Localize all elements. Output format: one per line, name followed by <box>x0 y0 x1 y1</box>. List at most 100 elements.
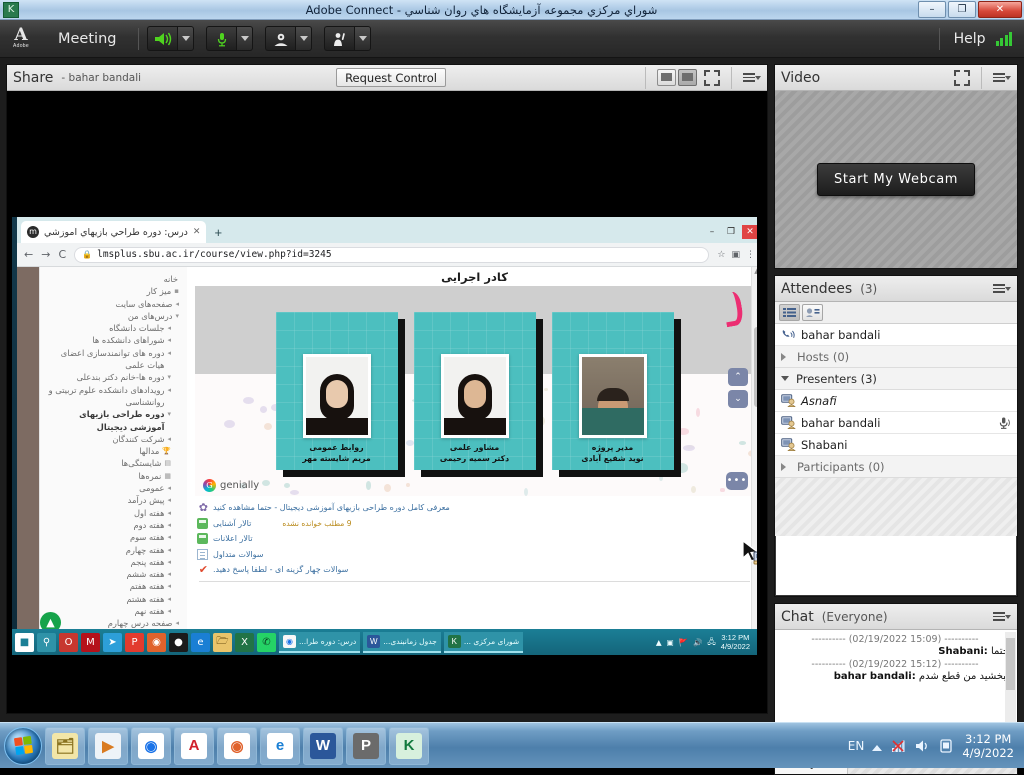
taskbar-button[interactable]: A <box>174 727 214 765</box>
attendees-pod-menu-button[interactable] <box>993 284 1011 294</box>
restore-button[interactable]: ❐ <box>948 1 976 18</box>
attendee-row-self[interactable]: bahar bandali <box>775 324 1017 346</box>
nav-item[interactable]: 🏆مدالها <box>44 445 181 457</box>
taskbar-button[interactable]: K <box>389 727 429 765</box>
speaker-dropdown[interactable] <box>177 26 194 51</box>
back-icon[interactable]: ← <box>24 248 33 261</box>
view-mode-actual-icon[interactable] <box>678 69 697 86</box>
brave-icon[interactable]: ● <box>169 633 188 652</box>
genially-nav-arrows[interactable]: ⌃ ⌄ <box>728 368 748 408</box>
attendee-group-header[interactable]: Presenters (3) <box>775 368 1017 390</box>
taskbar-button[interactable]: e <box>260 727 300 765</box>
staff-card[interactable]: روابط عمومیمریم شایسته مهر <box>276 312 398 470</box>
address-bar[interactable]: 🔒 lmsplus.sbu.ac.ir/course/view.php?id=3… <box>74 247 709 263</box>
attendee-row[interactable]: Asnafi <box>775 390 1017 412</box>
nav-item[interactable]: ▾دوره طراحی بازیهای آموزشی دیجیتال <box>44 408 181 433</box>
chevron-right-icon[interactable] <box>781 463 790 471</box>
pinterest-icon[interactable]: P <box>125 633 144 652</box>
tray-icon[interactable]: 🔊 <box>693 638 702 647</box>
microphone-button[interactable] <box>206 26 236 51</box>
taskbar-button[interactable]: ◉ <box>217 727 257 765</box>
tray-icon[interactable]: 🚩 <box>679 638 688 647</box>
nav-item[interactable]: ◂شوراهای دانشکده ها <box>44 334 181 346</box>
start-button[interactable]: ■ <box>15 633 34 652</box>
nav-item[interactable]: ◂هفته پنجم <box>44 556 181 568</box>
share-stage[interactable]: m درس: دوره طراحي بازيهاي آموزشي ✕ + – ❐… <box>7 91 767 713</box>
chat-scrollbar[interactable] <box>1005 632 1016 724</box>
nav-item[interactable]: ◂هفته سوم <box>44 531 181 543</box>
close-button[interactable]: ✕ <box>978 1 1022 18</box>
nav-item[interactable]: ◂شرکت کنندگان <box>44 433 181 445</box>
nav-item[interactable]: ◂هفته ششم <box>44 568 181 580</box>
chevron-down-icon[interactable] <box>781 376 789 385</box>
nav-item[interactable]: ◂هفته دوم <box>44 519 181 531</box>
search-icon[interactable]: ⚲ <box>37 633 56 652</box>
microphone-dropdown[interactable] <box>236 26 253 51</box>
fullscreen-icon[interactable] <box>704 70 720 86</box>
webcam-control[interactable] <box>265 26 312 51</box>
chrome-menu-icon[interactable]: ⋮ <box>746 250 755 260</box>
taskbar-clock[interactable]: 3:12 PM 4/9/2022 <box>962 732 1014 760</box>
help-button[interactable]: Help <box>954 31 986 47</box>
activity-row[interactable]: تالار اعلانات <box>197 533 748 544</box>
chat-pod-menu-button[interactable] <box>993 612 1011 622</box>
nav-item[interactable]: ◂هفته اول <box>44 507 181 519</box>
attendee-group-header[interactable]: Hosts (0) <box>775 346 1017 368</box>
forward-icon[interactable]: → <box>41 248 50 261</box>
taskbar-button[interactable]: ◉ <box>131 727 171 765</box>
activity-label[interactable]: تالار اعلانات <box>213 534 253 543</box>
whatsapp-icon[interactable]: ✆ <box>257 633 276 652</box>
nav-item[interactable]: ◂دوره های توانمندسازی اعضای هیات علمی <box>44 347 181 372</box>
request-control-button[interactable]: Request Control <box>336 68 446 87</box>
activity-label[interactable]: تالار آشنایی <box>213 519 251 528</box>
taskbar-button[interactable]: ▶ <box>88 727 128 765</box>
chrome-close-button[interactable]: ✕ <box>742 225 757 239</box>
new-tab-button[interactable]: + <box>214 225 222 240</box>
staff-card[interactable]: مشاور علمیدکتر سمیه رحیمی <box>414 312 536 470</box>
start-button[interactable] <box>4 727 42 765</box>
nav-item[interactable]: ▾درس‌های من <box>44 310 181 322</box>
microphone-control[interactable] <box>206 26 253 51</box>
action-center-icon[interactable] <box>938 738 954 754</box>
video-pod-menu-button[interactable] <box>993 73 1011 83</box>
attendee-status-view-icon[interactable] <box>802 304 823 321</box>
activity-row[interactable]: 9 مطلب خوانده نشدهتالار آشنایی <box>197 518 748 529</box>
nav-item[interactable]: خانه <box>44 273 181 285</box>
genially-next-button[interactable]: ⌄ <box>728 390 748 408</box>
scroll-up-arrow-icon[interactable]: ▲ <box>752 267 757 275</box>
shared-taskbar-clock[interactable]: 3:12 PM4/9/2022 <box>721 633 750 651</box>
browser-tab[interactable]: m درس: دوره طراحي بازيهاي آموزشي ✕ <box>21 221 206 243</box>
webcam-button[interactable] <box>265 26 295 51</box>
genially-prev-button[interactable]: ⌃ <box>728 368 748 386</box>
activity-label[interactable]: معرفی کامل دوره طراحی بازیهای آموزشی دیج… <box>213 503 450 512</box>
extensions-icon[interactable]: ▣ <box>731 250 740 260</box>
nav-item[interactable]: ◂صفحه درس چهارم <box>44 617 181 629</box>
firefox-icon[interactable]: ◉ <box>147 633 166 652</box>
activity-row[interactable]: سوالات چهار گزینه ای - لطفا پاسخ دهید.✔ <box>197 564 748 575</box>
page-scrollbar[interactable]: ▲ <box>751 267 757 629</box>
volume-icon[interactable] <box>914 738 930 754</box>
attendee-row[interactable]: Shabani <box>775 434 1017 456</box>
webcam-dropdown[interactable] <box>295 26 312 51</box>
nav-item[interactable]: ◂هفته نهم <box>44 605 181 617</box>
speaker-button[interactable] <box>147 26 177 51</box>
close-tab-icon[interactable]: ✕ <box>193 227 201 237</box>
nav-item[interactable]: ◂عمومی <box>44 482 181 494</box>
attendee-list-view-icon[interactable] <box>779 304 800 321</box>
raise-hand-control[interactable] <box>324 26 371 51</box>
excel-icon[interactable]: X <box>235 633 254 652</box>
telegram-icon[interactable]: ➤ <box>103 633 122 652</box>
reload-icon[interactable]: C <box>58 248 66 261</box>
attendee-row[interactable]: bahar bandali <box>775 412 1017 434</box>
edge-icon[interactable]: e <box>191 633 210 652</box>
nav-item[interactable]: ▤شایستگی‌ها <box>44 457 181 469</box>
nav-item[interactable]: ◂هفته چهارم <box>44 544 181 556</box>
share-view-toggles[interactable] <box>657 69 697 86</box>
taskbar-task[interactable]: ◉درس: دوره طرا... <box>279 632 360 653</box>
genially-more-button[interactable]: ••• <box>726 472 748 490</box>
start-my-webcam-button[interactable]: Start My Webcam <box>817 163 975 196</box>
chrome-maximize-button[interactable]: ❐ <box>723 225 739 239</box>
opera-icon[interactable]: O <box>59 633 78 652</box>
nav-item[interactable]: ▾دوره ها-خانم دکتر بندعلی <box>44 371 181 383</box>
tray-icon[interactable]: 🖧 <box>707 636 715 649</box>
